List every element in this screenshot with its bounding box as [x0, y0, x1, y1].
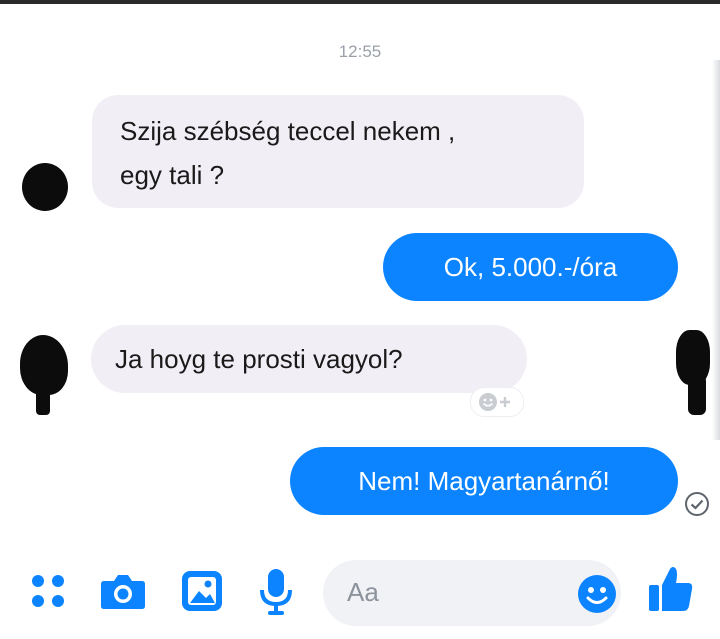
- message-composer: Aa: [0, 548, 720, 639]
- add-reaction-button[interactable]: [470, 387, 524, 417]
- check-circle-icon: [685, 492, 709, 516]
- emoji-icon[interactable]: [577, 574, 617, 614]
- incoming-message-bubble[interactable]: Ja hoyg te prosti vagyol?: [91, 325, 527, 393]
- camera-icon[interactable]: [100, 571, 146, 611]
- avatar-scribble: [36, 385, 50, 415]
- outgoing-message-bubble[interactable]: Ok, 5.000.-/óra: [383, 233, 678, 301]
- message-input-placeholder: Aa: [347, 577, 379, 607]
- more-icon[interactable]: [30, 573, 66, 609]
- avatar-scribble: [688, 375, 706, 415]
- message-line: egy tali ?: [120, 160, 225, 190]
- contact-avatar[interactable]: [22, 163, 68, 211]
- top-edge-divider: [0, 0, 720, 4]
- message-timestamp: 12:55: [338, 42, 382, 61]
- microphone-icon[interactable]: [259, 568, 293, 616]
- incoming-message-bubble[interactable]: Szija szébség teccel nekem , egy tali ?: [92, 95, 584, 208]
- thumbs-up-icon[interactable]: [648, 565, 694, 613]
- screen-edge-shadow: [712, 60, 720, 440]
- outgoing-message-bubble[interactable]: Nem! Magyartanárnő!: [290, 447, 678, 515]
- message-input[interactable]: Aa: [323, 560, 621, 626]
- message-line: Szija szébség teccel nekem ,: [120, 116, 456, 146]
- add-reaction-icon: [479, 393, 510, 411]
- gallery-icon[interactable]: [181, 570, 223, 612]
